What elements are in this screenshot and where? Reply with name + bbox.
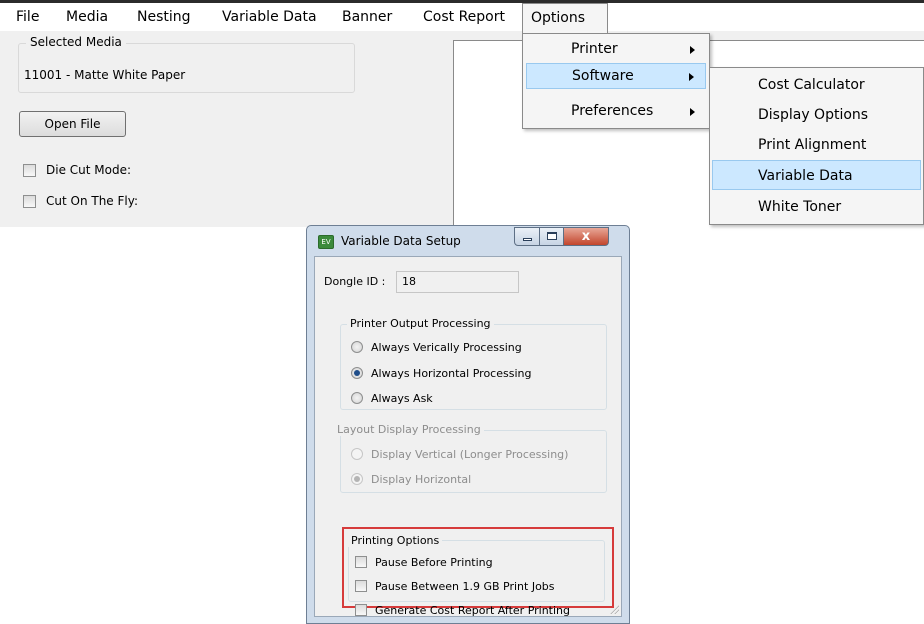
options-item-preferences[interactable]: Preferences (523, 99, 709, 125)
radio-button[interactable] (351, 392, 363, 404)
die-cut-mode-row[interactable]: Die Cut Mode: (23, 161, 131, 179)
menu-nesting[interactable]: Nesting (129, 3, 199, 31)
checkbox[interactable] (355, 604, 367, 616)
dialog-body: Dongle ID : 18 Printer Output Processing… (314, 256, 622, 617)
dongle-id-label: Dongle ID : (324, 275, 386, 288)
cut-on-fly-label: Cut On The Fly: (46, 194, 139, 208)
checkbox[interactable] (355, 556, 367, 568)
radio-button-selected[interactable] (351, 367, 363, 379)
maximize-button[interactable] (539, 227, 564, 246)
submenu-display-options[interactable]: Display Options (710, 100, 923, 130)
menu-media[interactable]: Media (58, 3, 116, 31)
radio-label: Always Verically Processing (371, 340, 522, 354)
radio-label: Always Horizontal Processing (371, 366, 532, 380)
submenu-print-alignment[interactable]: Print Alignment (710, 130, 923, 160)
dialog-titlebar[interactable]: EV Variable Data Setup x (307, 226, 629, 256)
options-item-printer[interactable]: Printer (523, 37, 709, 63)
submenu-arrow-icon (689, 73, 694, 81)
radio-always-vertical[interactable]: Always Verically Processing (351, 339, 522, 355)
close-button[interactable]: x (563, 227, 609, 246)
software-label: Software (572, 68, 634, 84)
cut-on-fly-checkbox[interactable] (23, 194, 36, 208)
die-cut-mode-checkbox[interactable] (23, 163, 36, 177)
radio-button[interactable] (351, 341, 363, 353)
minimize-button[interactable] (514, 227, 540, 246)
preferences-label: Preferences (571, 103, 654, 119)
variable-data-setup-dialog: EV Variable Data Setup x Dongle ID : 18 … (306, 225, 630, 624)
dongle-id-field: 18 (396, 271, 519, 293)
layout-display-legend: Layout Display Processing (334, 423, 484, 436)
menu-cost-report[interactable]: Cost Report (415, 3, 513, 31)
printer-label: Printer (571, 41, 618, 57)
minimize-icon (523, 238, 532, 241)
checkbox-label: Pause Between 1.9 GB Print Jobs (375, 579, 555, 593)
options-item-software[interactable]: Software (526, 63, 706, 89)
software-submenu: Cost Calculator Display Options Print Al… (709, 67, 924, 225)
open-file-button[interactable]: Open File (19, 111, 126, 137)
printer-output-legend: Printer Output Processing (347, 317, 494, 330)
submenu-cost-calculator[interactable]: Cost Calculator (710, 70, 923, 100)
dialog-title: Variable Data Setup (341, 234, 461, 248)
checkbox-pause-before-printing[interactable]: Pause Before Printing (355, 554, 493, 570)
radio-always-horizontal[interactable]: Always Horizontal Processing (351, 365, 531, 381)
radio-label: Always Ask (371, 391, 433, 405)
selected-media-legend: Selected Media (26, 35, 126, 49)
checkbox[interactable] (355, 580, 367, 592)
menu-banner[interactable]: Banner (334, 3, 400, 31)
maximize-icon (547, 232, 557, 240)
submenu-arrow-icon (690, 108, 695, 116)
checkbox-pause-between-jobs[interactable]: Pause Between 1.9 GB Print Jobs (355, 578, 555, 594)
close-icon: x (581, 229, 591, 244)
submenu-white-toner[interactable]: White Toner (710, 192, 923, 222)
cut-on-fly-row[interactable]: Cut On The Fly: (23, 192, 138, 210)
radio-label: Display Vertical (Longer Processing) (371, 447, 569, 461)
options-dropdown: Printer Software Preferences (522, 33, 710, 129)
radio-display-horizontal: Display Horizontal (351, 471, 471, 487)
radio-always-ask[interactable]: Always Ask (351, 390, 433, 406)
resize-grip-icon[interactable] (609, 604, 619, 614)
selected-media-value: 11001 - Matte White Paper (24, 68, 186, 82)
submenu-arrow-icon (690, 46, 695, 54)
radio-display-vertical: Display Vertical (Longer Processing) (351, 446, 568, 462)
checkbox-generate-cost-report[interactable]: Generate Cost Report After Printing (355, 602, 570, 618)
checkbox-label: Pause Before Printing (375, 555, 493, 569)
die-cut-mode-label: Die Cut Mode: (46, 163, 132, 177)
menu-options[interactable]: Options (522, 3, 608, 33)
submenu-variable-data[interactable]: Variable Data (712, 160, 921, 190)
checkbox-label: Generate Cost Report After Printing (375, 603, 571, 617)
app-icon: EV (318, 235, 334, 249)
radio-button-selected (351, 473, 363, 485)
menu-bar: File Media Nesting Variable Data Banner … (0, 3, 924, 33)
radio-button (351, 448, 363, 460)
printing-options-legend: Printing Options (348, 534, 443, 547)
menu-file[interactable]: File (8, 3, 47, 31)
radio-label: Display Horizontal (371, 472, 472, 486)
menu-variable-data[interactable]: Variable Data (214, 3, 325, 31)
